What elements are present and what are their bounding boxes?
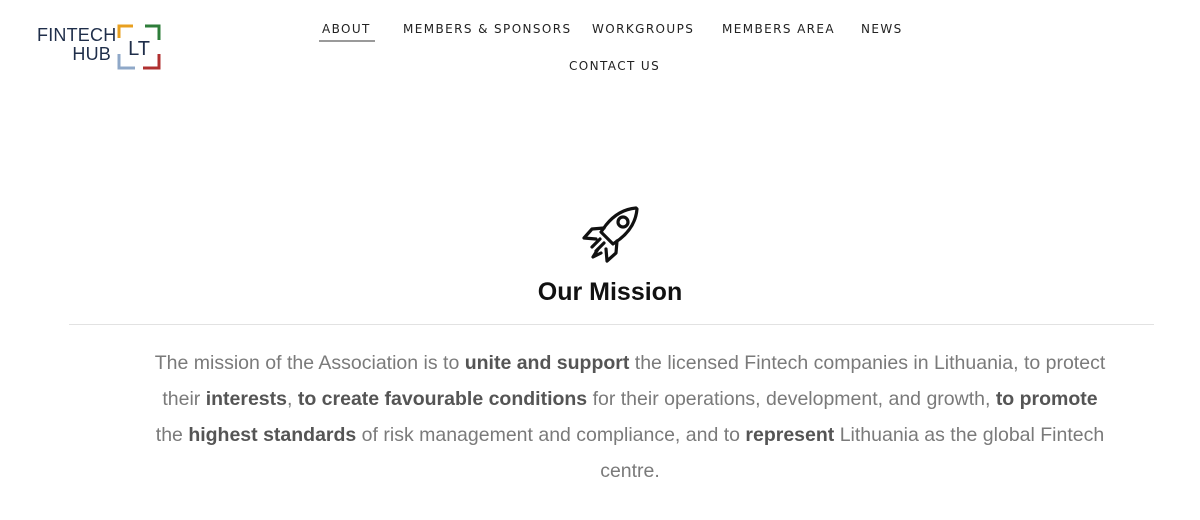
rocket-icon [582, 206, 639, 263]
mission-text-bold: highest standards [188, 424, 357, 446]
nav-workgroups[interactable]: WORKGROUPS [592, 22, 694, 42]
logo-mark-text: LT [128, 38, 150, 60]
nav-members-sponsors[interactable]: MEMBERS & SPONSORS [403, 22, 572, 42]
nav-members-area[interactable]: MEMBERS AREA [722, 22, 835, 42]
mission-text-bold: interests [205, 388, 287, 410]
mission-text-bold: to promote [995, 388, 1098, 410]
section-divider [69, 324, 1154, 325]
mission-text-segment: , [287, 388, 298, 410]
mission-title: Our Mission [537, 278, 683, 306]
page: FINTECH HUB LT ABOUT MEMBERS & SPONSORS … [0, 0, 1200, 520]
site-logo[interactable]: FINTECH HUB LT [37, 24, 162, 72]
logo-line-2: HUB [72, 44, 111, 64]
nav-news[interactable]: NEWS [861, 22, 903, 42]
mission-text: The mission of the Association is to uni… [150, 345, 1110, 489]
mission-text-bold: represent [745, 424, 835, 446]
mission-text-segment: The mission of the Association is to [154, 352, 465, 374]
mission-text-segment: the [155, 424, 189, 446]
mission-text-segment: for their operations, development, and g… [587, 388, 996, 410]
logo-mark-icon: LT [117, 24, 161, 70]
logo-wordmark: FINTECH HUB [37, 25, 117, 64]
mission-text-segment: of risk management and compliance, and t… [356, 424, 746, 446]
logo-line-1: FINTECH [37, 25, 117, 45]
nav-contact-us[interactable]: CONTACT US [569, 59, 660, 79]
mission-text-bold: to create favourable conditions [297, 388, 588, 410]
mission-text-bold: unite and support [464, 352, 630, 374]
nav-about[interactable]: ABOUT [319, 22, 375, 42]
